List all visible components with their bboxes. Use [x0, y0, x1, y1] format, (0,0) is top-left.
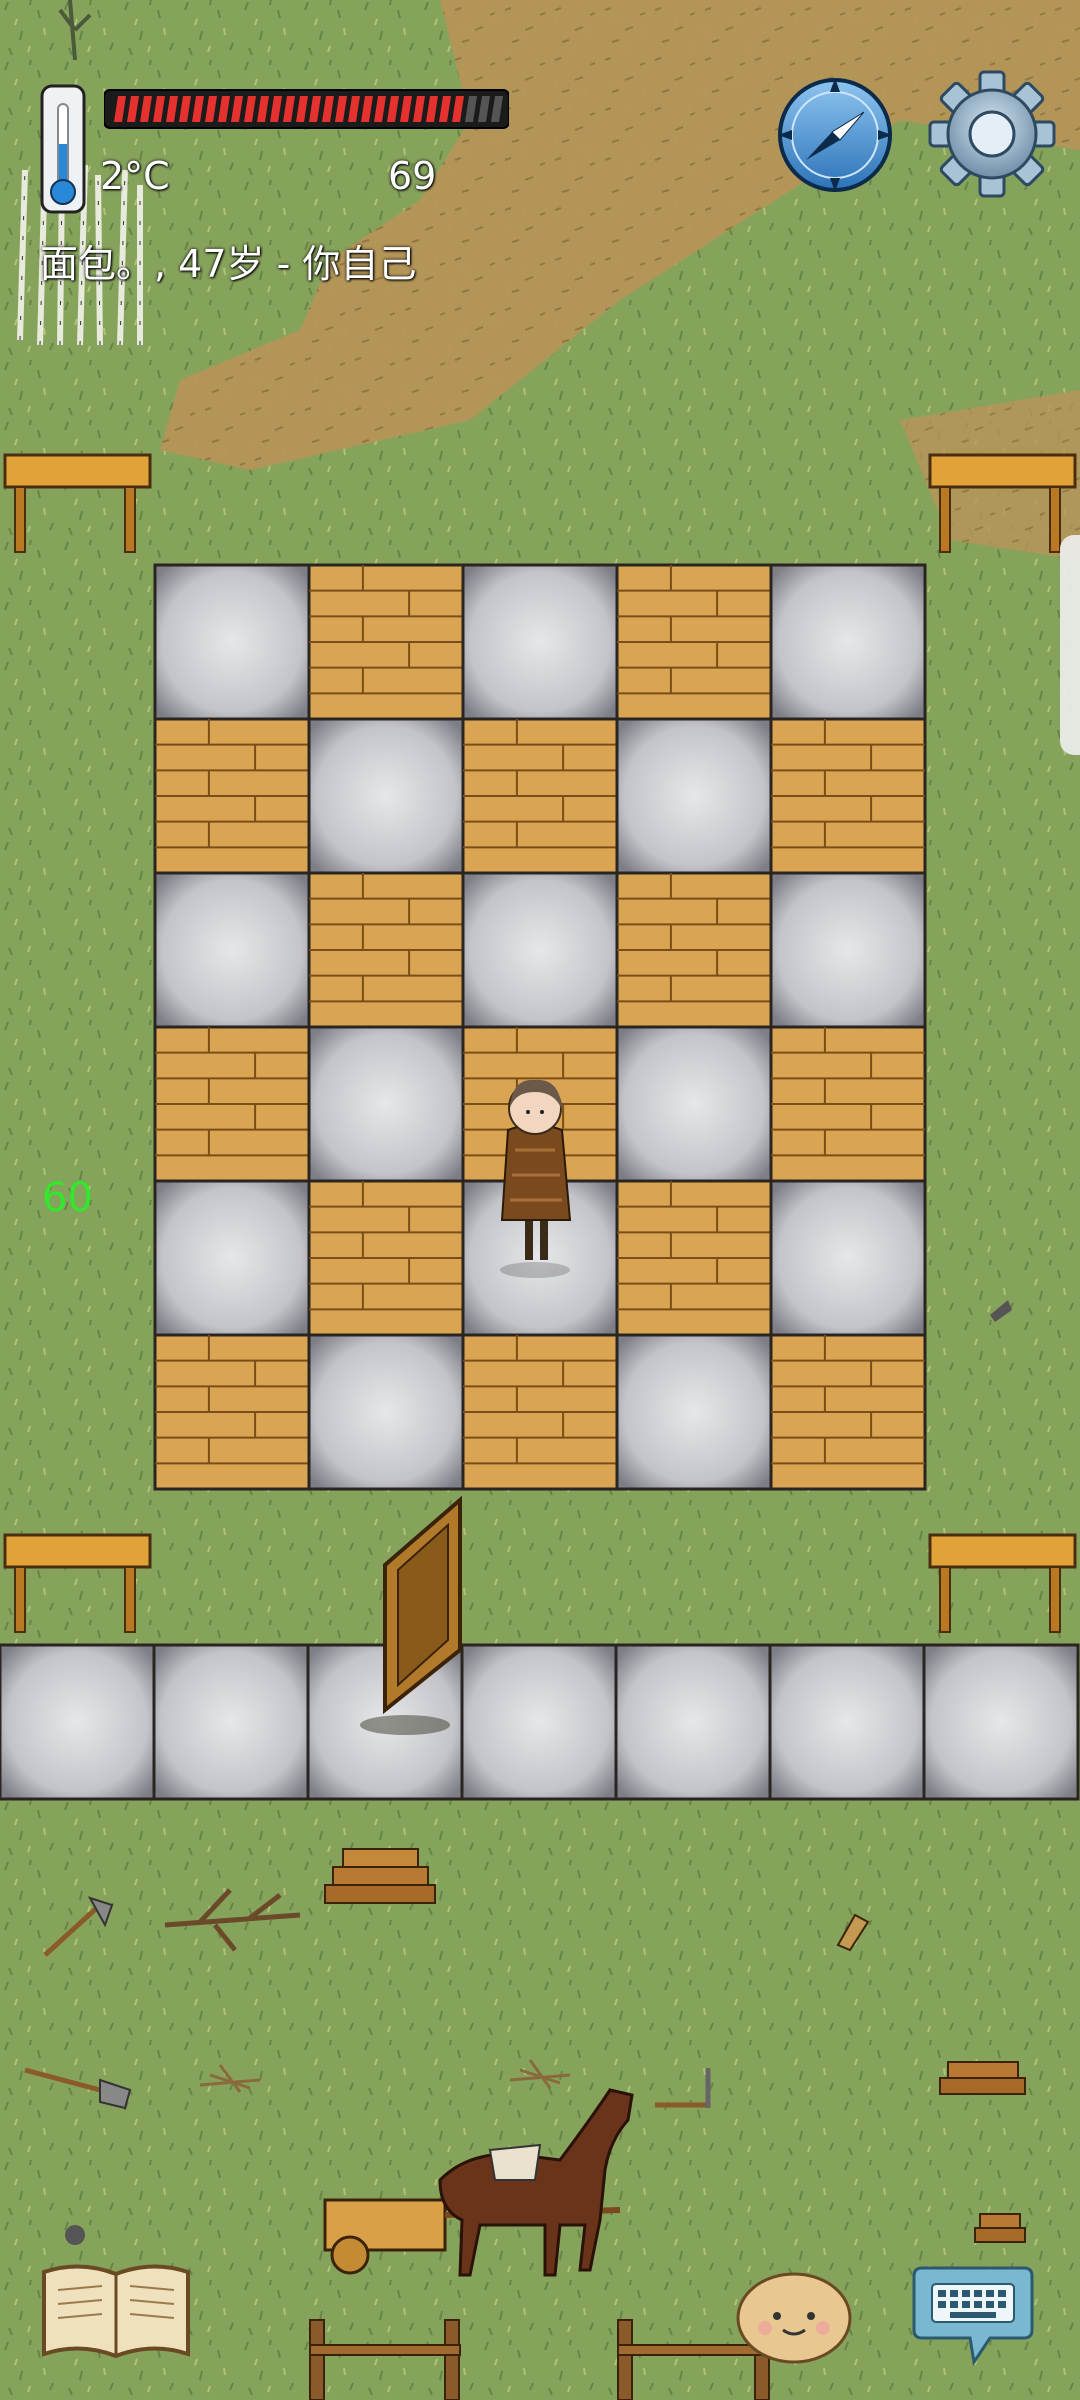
wood-floor-tile[interactable]	[307, 871, 465, 1029]
stone-floor-tile[interactable]	[153, 563, 311, 721]
keyboard-chat-icon[interactable]	[910, 2262, 1036, 2368]
stone-floor-tile[interactable]	[769, 563, 927, 721]
health-bar	[103, 88, 510, 130]
stone-floor-tile[interactable]	[0, 1643, 156, 1801]
open-book-icon[interactable]	[40, 2260, 192, 2360]
wood-floor-tile[interactable]	[307, 1179, 465, 1337]
wood-floor-tile[interactable]	[307, 563, 465, 721]
wood-floor-tile[interactable]	[615, 871, 773, 1029]
log-stack[interactable]	[939, 2061, 1026, 2095]
stone-floor-tile[interactable]	[461, 563, 619, 721]
stone-floor-tile[interactable]	[769, 1179, 927, 1337]
food-counter: 69	[388, 154, 437, 198]
wood-floor-tile[interactable]	[769, 717, 927, 875]
player-name-age: 面包。, 47岁 - 你自己	[40, 242, 417, 286]
tiled-floor[interactable]	[153, 563, 927, 1491]
stone-floor-tile[interactable]	[768, 1643, 926, 1801]
stone-floor-tile[interactable]	[461, 871, 619, 1029]
stone-floor-tile[interactable]	[460, 1643, 618, 1801]
wood-floor-tile[interactable]	[615, 1179, 773, 1337]
wood-floor-tile[interactable]	[769, 1025, 927, 1183]
temperature-readout: 2°C	[100, 154, 170, 198]
stone-floor-tile[interactable]	[307, 1333, 465, 1491]
stone-floor-tile[interactable]	[307, 1025, 465, 1183]
wood-floor-tile[interactable]	[153, 1333, 311, 1491]
stone-floor-tile[interactable]	[152, 1643, 310, 1801]
gear-icon[interactable]	[928, 70, 1056, 198]
fps-counter: 60	[42, 1175, 93, 1221]
wood-floor-tile[interactable]	[615, 563, 773, 721]
side-drawer-handle[interactable]	[1060, 535, 1080, 755]
game-world[interactable]	[0, 0, 1080, 2400]
potato-face-icon[interactable]	[735, 2268, 853, 2364]
stone-floor-tile[interactable]	[922, 1643, 1080, 1801]
stone-floor-tile[interactable]	[769, 871, 927, 1029]
wood-floor-tile[interactable]	[153, 717, 311, 875]
stone-floor-tile[interactable]	[614, 1643, 772, 1801]
thermometer-icon	[38, 84, 88, 214]
wood-floor-tile[interactable]	[769, 1333, 927, 1491]
stone-floor-tile[interactable]	[153, 1179, 311, 1337]
stone-floor-tile[interactable]	[615, 717, 773, 875]
compass-icon[interactable]	[776, 76, 894, 194]
stone-path[interactable]	[0, 1643, 1080, 1801]
wood-floor-tile[interactable]	[153, 1025, 311, 1183]
wood-floor-tile[interactable]	[461, 1333, 619, 1491]
wood-floor-tile[interactable]	[461, 717, 619, 875]
log-stack-small[interactable]	[974, 2213, 1026, 2243]
stone-floor-tile[interactable]	[615, 1025, 773, 1183]
stone-floor-tile[interactable]	[307, 717, 465, 875]
stone-floor-tile[interactable]	[153, 871, 311, 1029]
stone-floor-tile[interactable]	[615, 1333, 773, 1491]
